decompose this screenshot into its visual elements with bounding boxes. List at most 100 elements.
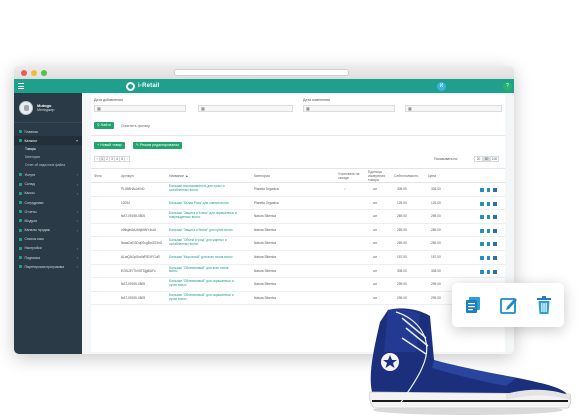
cell-price: 269.00 [431, 241, 441, 246]
copy-icon[interactable] [480, 242, 484, 247]
product-name-link[interactable]: Бальзам "Облепиховый" для окрашенных и с… [169, 279, 237, 288]
cell-unit: шт [373, 200, 378, 205]
table-row[interactable]: NAT-09195-0805 Бальзам "Облепиховый" для … [91, 278, 505, 292]
find-button[interactable]: ⚲ Найти [94, 122, 114, 129]
chevron-icon: › [76, 190, 78, 196]
home-icon [19, 130, 22, 134]
edit-mode-button[interactable]: ✎ Режим редактирования [133, 142, 183, 149]
delete-icon[interactable] [493, 269, 497, 274]
edit-icon[interactable] [486, 242, 490, 247]
sidebar-item-1[interactable]: Каталог ▾ [14, 136, 82, 146]
clear-filter-link[interactable]: Очистить фильтр [121, 124, 150, 128]
date-changed-from-input[interactable]: ▦ [303, 105, 395, 112]
product-name-link[interactable]: Бальзам-ополаскиватель для сухих и ослаб… [169, 184, 237, 193]
product-name-link[interactable]: Бальзам "Объем и уход" для жирных и осла… [169, 239, 237, 247]
sidebar-item-3[interactable]: Склад › [14, 180, 82, 189]
sidebar-item-0[interactable]: Главная [14, 127, 82, 136]
th-cost[interactable]: Себестоимость [394, 174, 418, 178]
table-row[interactable]: 12094 Бальзам "Белая Роза" для сияния вол… [91, 197, 505, 211]
window-close-dot[interactable] [21, 69, 27, 76]
delete-icon[interactable] [493, 201, 497, 206]
table-row[interactable]: ALiaQfL0pSxcWFiEXFGuR Бальзам "Морозный" … [91, 251, 505, 265]
sidebar-item-4[interactable]: Кассы › [14, 189, 82, 198]
copy-icon[interactable] [480, 188, 484, 192]
window-maximize-dot[interactable] [41, 69, 47, 76]
th-unit[interactable]: Единица измерения товара [368, 170, 394, 182]
date-added-from-input[interactable]: ▦ [94, 105, 186, 112]
cell-price: 299.00 [431, 295, 441, 300]
table-row[interactable]: PL098HALM040 Бальзам-ополаскиватель для с… [91, 183, 505, 197]
cell-cost: 299.00 [397, 295, 407, 300]
cell-cost: 157.00 [397, 255, 407, 259]
date-changed-to-input[interactable]: ▦ [405, 105, 502, 112]
table-row[interactable]: NAT-09198-0805 Бальзам "Защита и Блеск" д… [91, 210, 505, 224]
menu-icon[interactable] [14, 79, 28, 93]
new-product-button[interactable]: + Новый товар [94, 142, 125, 149]
delete-icon[interactable] [493, 242, 497, 247]
per-page-label: Показывать по: [434, 157, 459, 161]
th-price[interactable]: Цена [428, 174, 436, 178]
edit-icon[interactable] [486, 201, 490, 206]
per-page-option[interactable]: 100 [490, 156, 499, 162]
settings-icon [19, 246, 22, 250]
sidebar-item-12[interactable]: Партнерская программа › [14, 262, 82, 271]
sidebar-item-7[interactable]: Модули › [14, 216, 82, 225]
sidebar-item-11[interactable]: Подписка › [14, 253, 82, 262]
delete-icon[interactable] [493, 256, 497, 260]
sidebar-item-8[interactable]: Каналы продаж › [14, 226, 82, 235]
table-row[interactable]: NAT-09195-0805 Бальзам "Облепиховый" для … [91, 292, 505, 306]
cell-unit: шт [373, 268, 378, 273]
th-name[interactable]: Название ▲ [169, 174, 188, 178]
profile-block[interactable]: Mutogo Менеджер [14, 93, 82, 123]
product-name-link[interactable]: Бальзам "Облепиховый" для всех типов вол… [169, 266, 237, 275]
product-name-link[interactable]: Бальзам "Морозный" для всех типов волос [169, 255, 237, 260]
window-minimize-dot[interactable] [31, 69, 37, 76]
sidebar-item-label: Отчеты [24, 209, 37, 214]
user-icon[interactable]: И [437, 82, 446, 91]
copy-icon[interactable] [480, 228, 484, 233]
address-bar[interactable] [174, 69, 349, 76]
edit-icon[interactable] [486, 228, 490, 233]
table-row[interactable]: NsasDxG3Dq0SvgBoGS3nG Бальзам "Объем и ух… [91, 237, 505, 251]
sidebar-item-10[interactable]: Настройки › [14, 244, 82, 253]
list-icon [19, 237, 22, 241]
copy-icon[interactable] [480, 201, 484, 206]
edit-icon[interactable] [486, 188, 490, 192]
page-link[interactable]: › [124, 156, 130, 162]
th-photo[interactable]: Фото [94, 174, 102, 178]
copy-icon[interactable] [480, 269, 484, 274]
sidebar-subitem-2[interactable]: Отчет об недостаче файла [14, 160, 82, 170]
th-article[interactable]: Артикул [121, 174, 134, 178]
sidebar-item-6[interactable]: Отчеты › [14, 207, 82, 216]
product-name-link[interactable]: Бальзам "Облепиховый" для окрашенных и с… [169, 293, 237, 302]
delete-icon[interactable] [493, 228, 497, 233]
date-added-to-input[interactable]: ▦ [198, 105, 293, 112]
product-name-link[interactable]: Бальзам "Белая Роза" для сияния волос [169, 201, 237, 206]
delete-icon[interactable] [493, 215, 497, 220]
th-stock[interactable]: Учитывать на складе [338, 172, 362, 180]
sidebar-subitem-0[interactable]: Товары [14, 145, 82, 153]
chevron-icon: › [76, 218, 78, 224]
sidebar-item-5[interactable]: Сотрудники [14, 198, 82, 207]
delete-icon[interactable] [493, 188, 497, 192]
copy-icon[interactable] [480, 215, 484, 220]
edit-icon[interactable] [486, 256, 490, 260]
calendar-icon: ▦ [201, 106, 205, 111]
copy-icon[interactable] [480, 256, 484, 260]
sidebar-subitem-1[interactable]: Категории [14, 153, 82, 161]
cell-price: 157.00 [431, 255, 441, 259]
help-icon[interactable]: ? [503, 82, 512, 91]
edit-icon[interactable] [486, 269, 490, 274]
table-row[interactable]: c98sjasfoUAhjb5NY4sUt Бальзам "Защита и б… [91, 224, 505, 238]
table-row[interactable]: EGNJ3Y7hV5TSjg8IAFc Бальзам "Облепиховый"… [91, 265, 505, 279]
sidebar-item-2[interactable]: Услуги › [14, 170, 82, 179]
product-name-link[interactable]: Бальзам "Защита и блеск" для сухих волос [169, 228, 237, 233]
cell-article: NAT-09195-0805 [121, 295, 146, 300]
product-name-link[interactable]: Бальзам "Защита и Блеск" для окрашенных … [169, 211, 237, 220]
sidebar-item-label: Каналы продаж [24, 228, 50, 233]
sidebar-item-9[interactable]: Список касс [14, 235, 82, 244]
calendar-icon: ▦ [408, 106, 412, 111]
app-logo[interactable]: i-Retail [126, 81, 160, 91]
th-category[interactable]: Категория [254, 174, 270, 178]
edit-icon[interactable] [486, 215, 490, 220]
